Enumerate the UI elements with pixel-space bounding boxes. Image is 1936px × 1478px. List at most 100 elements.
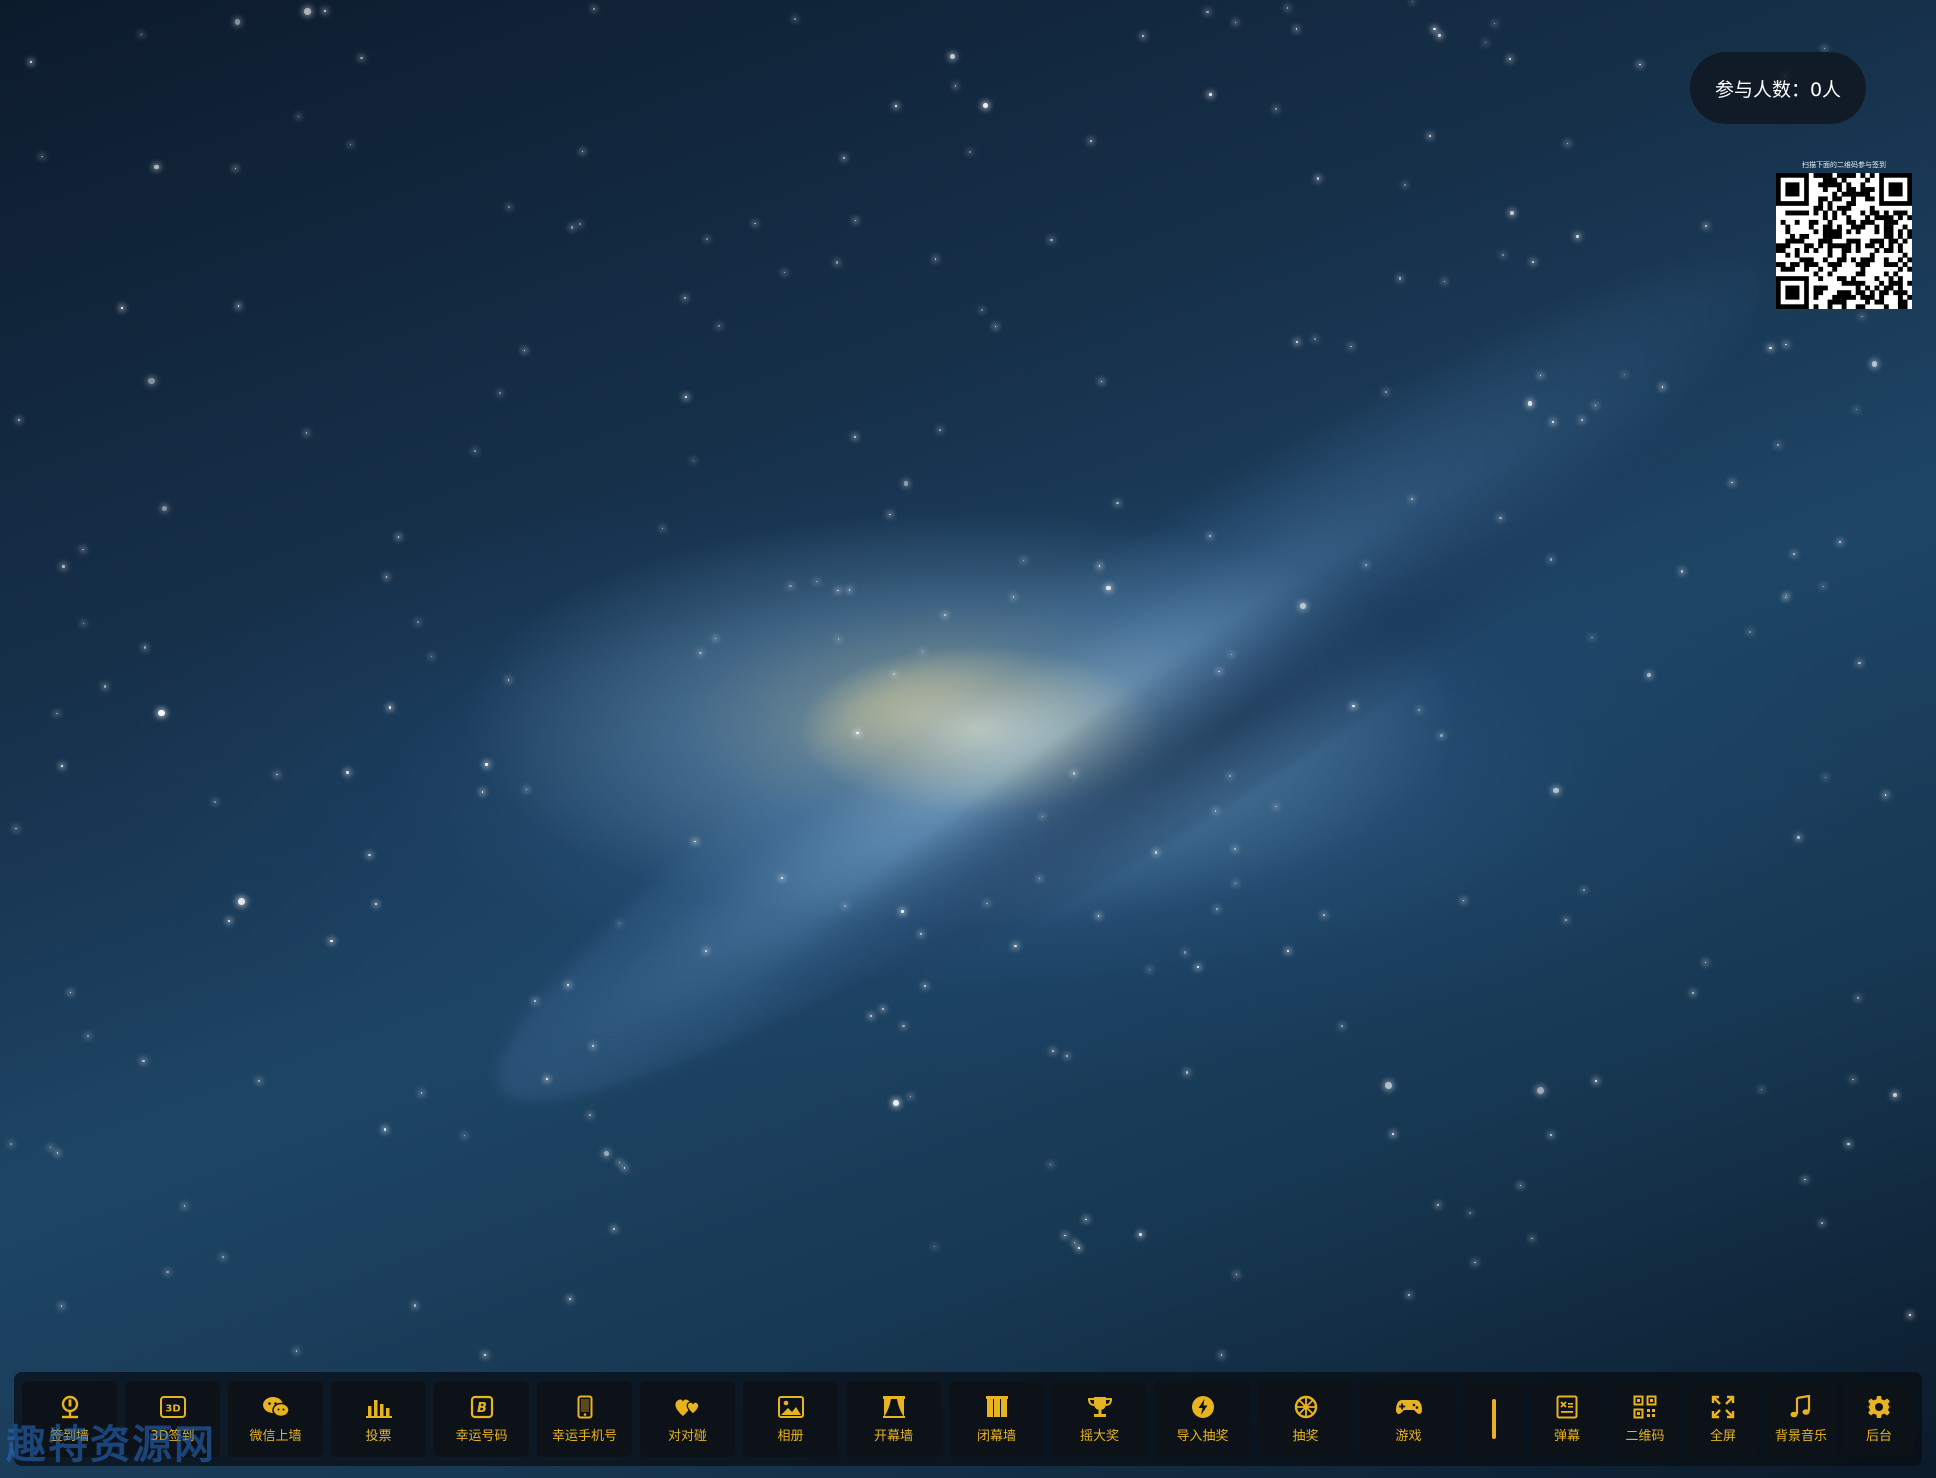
import-lottery-button[interactable]: 导入抽奖 <box>1155 1381 1250 1457</box>
star <box>420 1092 423 1095</box>
star <box>1820 1221 1824 1225</box>
signin-wall-button[interactable]: 签到墙 <box>22 1381 117 1457</box>
star <box>1050 238 1053 241</box>
star <box>61 765 63 767</box>
match-pair-button[interactable]: 对对碰 <box>640 1381 735 1457</box>
star <box>1549 558 1553 561</box>
star <box>1350 345 1352 348</box>
star <box>1066 1054 1068 1057</box>
star <box>1098 915 1100 917</box>
star <box>397 536 400 538</box>
star <box>1462 899 1465 902</box>
star <box>1594 1080 1597 1083</box>
star <box>1101 380 1103 382</box>
star <box>257 1079 260 1083</box>
star <box>1295 28 1297 30</box>
star <box>1013 596 1015 598</box>
fullscreen-label: 全屏 <box>1709 1429 1736 1444</box>
star <box>1077 1246 1081 1250</box>
star <box>1861 315 1863 318</box>
star <box>901 910 904 913</box>
star <box>1209 93 1212 96</box>
lucky-phone-label: 幸运手机号 <box>551 1429 617 1444</box>
star <box>1072 772 1076 775</box>
star <box>1824 48 1826 50</box>
star <box>481 791 483 793</box>
admin-button[interactable]: 后台 <box>1844 1381 1914 1457</box>
star <box>1049 1164 1051 1166</box>
bar-chart-icon <box>365 1394 393 1420</box>
galaxy-background: 参与人数：0人 扫描下面的二维码参与签到 签到墙 3D 3D签到 微信上墙 投票… <box>0 0 1936 1478</box>
star <box>579 223 581 225</box>
album-label: 相册 <box>777 1429 804 1444</box>
star <box>618 1161 621 1164</box>
star <box>374 903 377 906</box>
star <box>56 712 58 715</box>
star <box>705 237 708 240</box>
star <box>346 771 349 774</box>
star <box>1804 1179 1806 1181</box>
3d-signin-button[interactable]: 3D 3D签到 <box>125 1381 220 1457</box>
star <box>569 1297 572 1301</box>
star <box>1855 408 1858 411</box>
star <box>854 219 856 221</box>
danmaku-label: 弹幕 <box>1553 1429 1580 1444</box>
star <box>228 920 230 922</box>
star <box>1776 444 1779 447</box>
star <box>1041 815 1043 817</box>
vote-button[interactable]: 投票 <box>331 1381 426 1457</box>
star <box>588 1113 591 1116</box>
star <box>816 580 818 583</box>
wechat-icon <box>262 1394 290 1420</box>
star <box>166 1270 169 1273</box>
star <box>909 1095 912 1098</box>
star <box>121 307 123 309</box>
star <box>545 1078 548 1081</box>
star <box>1183 951 1187 954</box>
lucky-number-button[interactable]: B 幸运号码 <box>434 1381 529 1457</box>
star <box>297 115 299 118</box>
star <box>507 206 510 209</box>
star <box>1646 672 1652 678</box>
album-button[interactable]: 相册 <box>743 1381 838 1457</box>
star <box>1822 585 1824 588</box>
star <box>921 650 924 653</box>
3d-icon: 3D <box>159 1394 187 1420</box>
star <box>104 685 107 688</box>
star <box>1786 594 1788 596</box>
star <box>416 621 419 623</box>
lottery-label: 抽奖 <box>1292 1429 1319 1444</box>
star <box>60 1304 63 1307</box>
star <box>485 763 488 766</box>
star <box>715 637 717 639</box>
danmaku-button[interactable]: 弹幕 <box>1532 1381 1602 1457</box>
star <box>1532 261 1534 263</box>
star <box>1142 35 1144 37</box>
fullscreen-button[interactable]: 全屏 <box>1688 1381 1758 1457</box>
star <box>835 261 839 264</box>
star <box>1680 570 1684 573</box>
star <box>214 801 217 804</box>
opening-wall-button[interactable]: 开幕墙 <box>846 1381 941 1457</box>
shake-prize-button[interactable]: 摇大奖 <box>1052 1381 1147 1457</box>
star <box>1704 961 1706 964</box>
lucky-phone-button[interactable]: 幸运手机号 <box>537 1381 632 1457</box>
star <box>237 305 240 307</box>
star <box>1085 1219 1087 1221</box>
background-music-button[interactable]: 背景音乐 <box>1766 1381 1836 1457</box>
wechat-wall-button[interactable]: 微信上墙 <box>228 1381 323 1457</box>
lottery-button[interactable]: 抽奖 <box>1258 1381 1353 1457</box>
star <box>1639 63 1641 65</box>
star <box>360 56 363 60</box>
star <box>62 565 65 568</box>
star <box>623 1167 626 1169</box>
star <box>1520 1184 1522 1187</box>
wheel-icon <box>1292 1394 1320 1420</box>
qrcode-button[interactable]: 二维码 <box>1610 1381 1680 1457</box>
game-button[interactable]: 游戏 <box>1361 1381 1456 1457</box>
star <box>383 1128 386 1131</box>
closing-wall-button[interactable]: 闭幕墙 <box>949 1381 1044 1457</box>
star <box>29 60 33 63</box>
star <box>1220 1354 1223 1356</box>
star <box>893 1100 899 1107</box>
